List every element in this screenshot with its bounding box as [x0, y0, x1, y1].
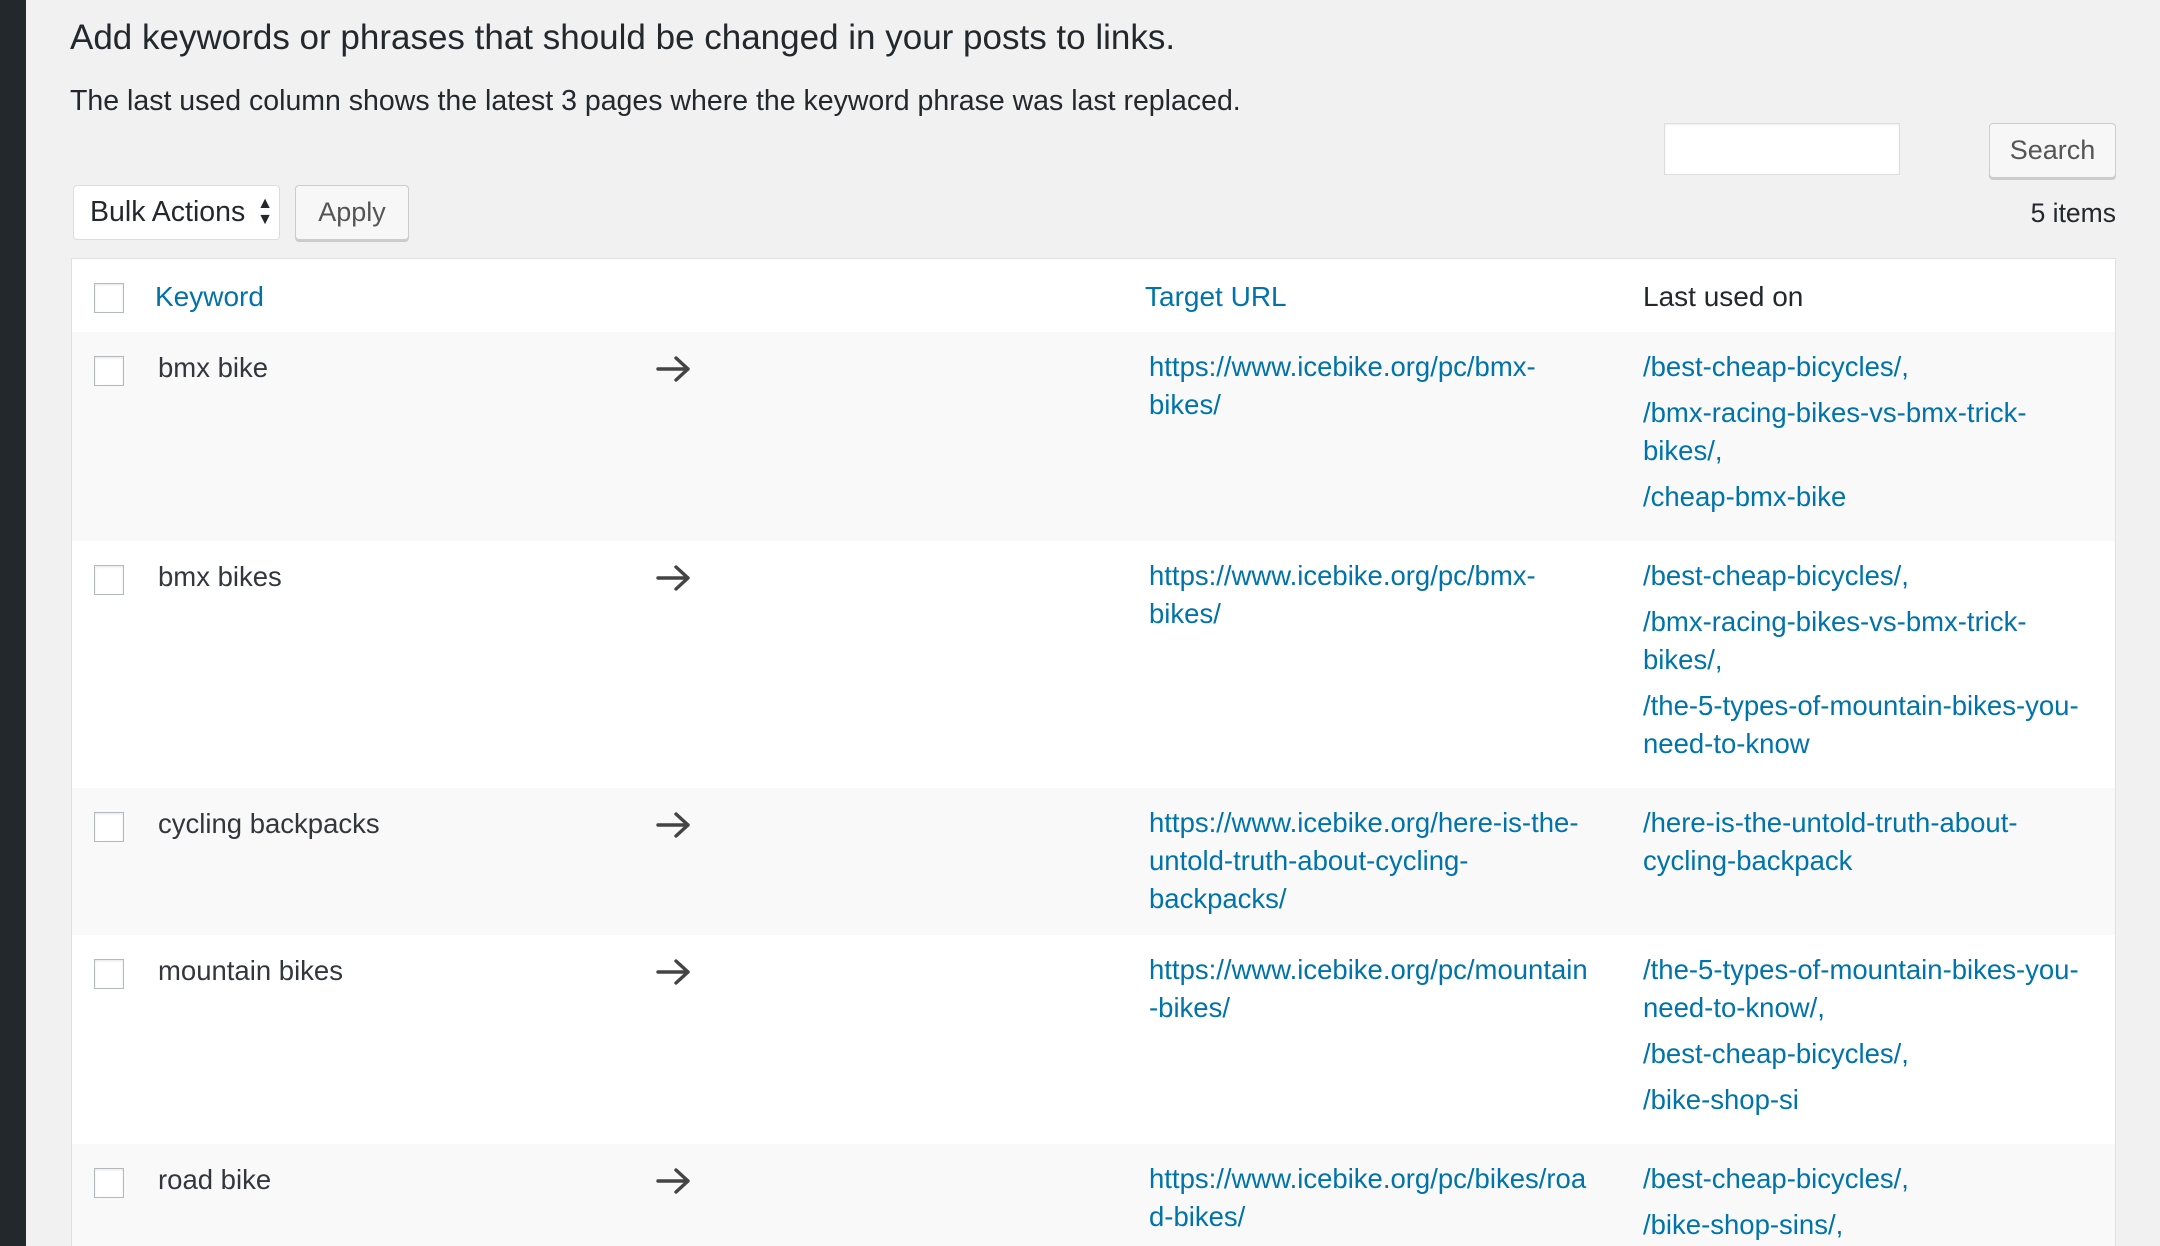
last-used-column-header: Last used on — [1643, 281, 1804, 312]
last-used-link[interactable]: /bike-shop-sins/, — [1643, 1206, 2103, 1244]
target-url-link[interactable]: https://www.icebike.org/pc/bikes/roa d-bi… — [1149, 1160, 1599, 1236]
target-url-line: bikes/ — [1149, 389, 1221, 420]
last-used-link[interactable]: /best-cheap-bicycles/, — [1643, 1160, 2103, 1198]
bulk-actions-label: Bulk Actions — [90, 196, 246, 228]
last-used-link[interactable]: /the-5-types-of-mountain-bikes-you-need-… — [1643, 951, 2103, 1027]
search-button[interactable]: Search — [1989, 123, 2116, 178]
admin-sidebar-edge — [0, 0, 26, 1246]
search-input[interactable] — [1664, 123, 1900, 175]
target-url-line: https://www.icebike.org/here-is-the- — [1149, 807, 1579, 838]
target-url-line: untold-truth-about-cycling- — [1149, 845, 1469, 876]
keyword-text: bmx bike — [158, 352, 269, 383]
target-url-column-header[interactable]: Target URL — [1145, 281, 1287, 313]
last-used-link[interactable]: /the-5-types-of-mountain-bikes-you-need-… — [1643, 687, 2103, 763]
right-arrow-icon — [656, 812, 690, 838]
keyword-column-header[interactable]: Keyword — [155, 281, 264, 313]
last-used-list: /the-5-types-of-mountain-bikes-you-need-… — [1643, 951, 2103, 1127]
row-checkbox[interactable] — [94, 1168, 124, 1198]
last-used-list: /here-is-the-untold-truth-about-cycling-… — [1643, 804, 2103, 888]
table-row: mountain bikes https://www.icebike.org/pc… — [72, 935, 2115, 1144]
bulk-actions-select[interactable]: Bulk Actions ▲ ▼ — [73, 185, 280, 240]
right-arrow-icon — [656, 356, 690, 382]
page-intro: Add keywords or phrases that should be c… — [70, 18, 1176, 57]
last-used-list: /best-cheap-bicycles/, /bmx-racing-bikes-… — [1643, 557, 2103, 771]
right-arrow-icon — [656, 565, 690, 591]
target-url-line: -bikes/ — [1149, 992, 1230, 1023]
items-count: 5 items — [2030, 198, 2116, 228]
last-used-link[interactable]: /best-cheap-bicycles/, — [1643, 348, 2103, 386]
last-used-list: /best-cheap-bicycles/, /bike-shop-sins/, — [1643, 1160, 2103, 1246]
target-url-link[interactable]: https://www.icebike.org/pc/mountain -bike… — [1149, 951, 1599, 1027]
keywords-table: Keyword Target URL Last used on bmx bike… — [71, 258, 2116, 1246]
right-arrow-icon — [656, 1168, 690, 1194]
target-url-link[interactable]: https://www.icebike.org/pc/bmx-bikes/ — [1149, 348, 1599, 424]
row-checkbox[interactable] — [94, 565, 124, 595]
last-used-link[interactable]: /bmx-racing-bikes-vs-bmx-trick-bikes/, — [1643, 603, 2103, 679]
last-used-link[interactable]: /best-cheap-bicycles/, — [1643, 557, 2103, 595]
select-all-checkbox[interactable] — [94, 283, 124, 313]
table-header: Keyword Target URL Last used on — [72, 259, 2115, 333]
page-description: The last used column shows the latest 3 … — [70, 85, 1241, 117]
last-used-link[interactable]: /bike-shop-si — [1643, 1081, 2103, 1119]
table-row: bmx bikes https://www.icebike.org/pc/bmx-… — [72, 541, 2115, 788]
row-checkbox[interactable] — [94, 356, 124, 386]
target-url-line: https://www.icebike.org/pc/bmx- — [1149, 351, 1536, 382]
table-row: bmx bike https://www.icebike.org/pc/bmx-b… — [72, 332, 2115, 541]
target-url-line: https://www.icebike.org/pc/mountain — [1149, 954, 1588, 985]
apply-button[interactable]: Apply — [295, 185, 409, 240]
target-url-link[interactable]: https://www.icebike.org/pc/bmx-bikes/ — [1149, 557, 1599, 633]
last-used-link[interactable]: /best-cheap-bicycles/, — [1643, 1035, 2103, 1073]
keyword-text: mountain bikes — [158, 955, 343, 986]
select-caret-icon: ▲ ▼ — [257, 195, 273, 228]
last-used-link[interactable]: /bmx-racing-bikes-vs-bmx-trick-bikes/, — [1643, 394, 2103, 470]
target-url-line: https://www.icebike.org/pc/bmx- — [1149, 560, 1536, 591]
row-checkbox[interactable] — [94, 812, 124, 842]
last-used-list: /best-cheap-bicycles/, /bmx-racing-bikes-… — [1643, 348, 2103, 524]
last-used-link[interactable]: /here-is-the-untold-truth-about-cycling-… — [1643, 804, 2103, 880]
target-url-line: bikes/ — [1149, 598, 1221, 629]
target-url-link[interactable]: https://www.icebike.org/here-is-the-unto… — [1149, 804, 1599, 918]
target-url-line: backpacks/ — [1149, 883, 1287, 914]
target-url-line: d-bikes/ — [1149, 1201, 1246, 1232]
target-url-line: https://www.icebike.org/pc/bikes/roa — [1149, 1163, 1587, 1194]
table-row: cycling backpacks https://www.icebike.org… — [72, 788, 2115, 935]
keyword-text: bmx bikes — [158, 561, 282, 592]
table-row: road bike https://www.icebike.org/pc/bike… — [72, 1144, 2115, 1246]
keyword-text: road bike — [158, 1164, 272, 1195]
keyword-links-page: Add keywords or phrases that should be c… — [70, 0, 2118, 1246]
keyword-text: cycling backpacks — [158, 808, 380, 839]
right-arrow-icon — [656, 959, 690, 985]
last-used-link[interactable]: /cheap-bmx-bike — [1643, 478, 2103, 516]
row-checkbox[interactable] — [94, 959, 124, 989]
